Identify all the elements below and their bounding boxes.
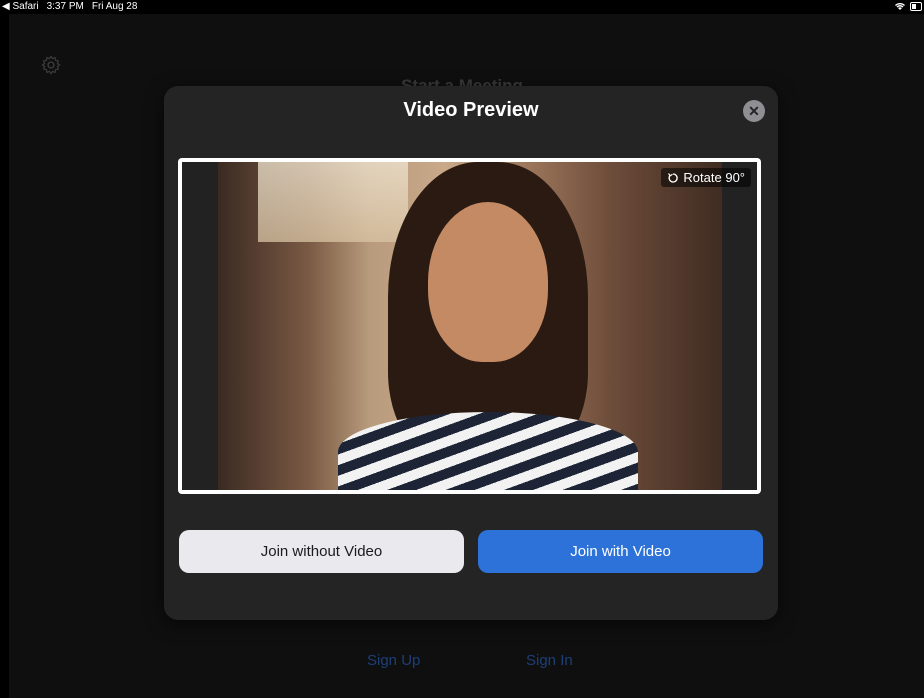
screen: ◀ Safari 3:37 PM Fri Aug 28 Start a Meet… [0,0,924,698]
video-preview: Rotate 90° [182,162,757,490]
modal-title: Video Preview [403,99,539,121]
sign-in-link[interactable]: Sign In [526,652,573,669]
auth-links: Sign Up Sign In [0,652,924,672]
camera-person-face [428,202,548,362]
rotate-icon [668,172,679,183]
battery-icon [910,1,922,11]
join-without-video-button[interactable]: Join without Video [179,530,464,573]
rotate-label: Rotate 90° [683,170,745,185]
camera-person-shirt [338,412,638,490]
sign-up-link[interactable]: Sign Up [367,652,420,669]
wifi-icon [895,3,905,10]
join-with-video-button[interactable]: Join with Video [478,530,763,573]
video-preview-frame: Rotate 90° [178,158,761,494]
status-time: 3:37 PM [46,1,84,12]
status-date: Fri Aug 28 [91,1,138,12]
gear-icon[interactable] [40,54,62,76]
camera-background-window [258,162,408,242]
status-left: ◀ Safari 3:37 PM Fri Aug 28 [2,0,137,14]
status-right [894,1,922,11]
rotate-button[interactable]: Rotate 90° [661,168,751,187]
back-to-app-link[interactable]: ◀ Safari [2,0,39,14]
video-preview-modal: Video Preview ✕ Rotate 90° Join without … [164,86,778,620]
camera-feed [218,162,722,490]
status-bar: ◀ Safari 3:37 PM Fri Aug 28 [0,0,924,14]
close-icon: ✕ [748,103,760,119]
close-button[interactable]: ✕ [743,100,765,122]
